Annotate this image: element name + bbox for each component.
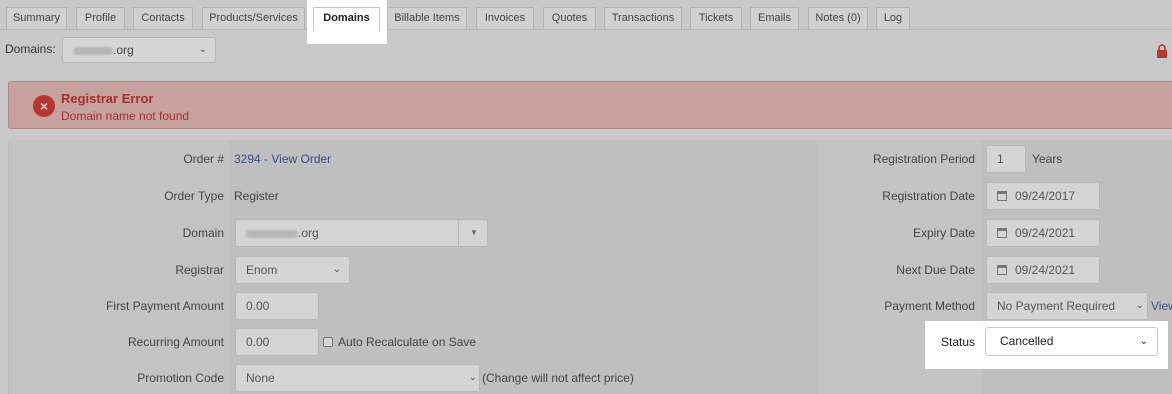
first-payment-input[interactable]: 0.00 — [235, 292, 319, 320]
domain-label: Domain — [182, 226, 224, 240]
tab-transactions[interactable]: Transactions — [604, 7, 682, 29]
domain-select[interactable]: .org ⌄ — [62, 37, 216, 63]
registration-period-input[interactable]: 1 — [986, 145, 1026, 173]
auto-recalculate-label: Auto Recalculate on Save — [338, 335, 477, 349]
calendar-icon — [997, 228, 1007, 238]
status-label: Status — [941, 335, 976, 349]
registration-period-label: Registration Period — [872, 152, 975, 166]
payment-method-view-link[interactable]: View — [1151, 299, 1172, 313]
tab-notes[interactable]: Notes (0) — [808, 7, 868, 29]
payment-method-select[interactable]: No Payment Required ⌄ — [986, 292, 1148, 320]
next-due-date-label: Next Due Date — [896, 263, 975, 277]
chevron-down-icon: ⌄ — [1139, 336, 1148, 347]
expiry-date-label: Expiry Date — [912, 226, 975, 240]
error-title: Registrar Error — [61, 91, 154, 106]
chevron-down-icon: ⌄ — [1135, 300, 1144, 311]
tab-domains[interactable]: Domains — [313, 7, 380, 31]
status-value: Cancelled — [1000, 334, 1054, 348]
first-payment-label: First Payment Amount — [105, 299, 224, 313]
order-type-value: Register — [234, 189, 279, 203]
tab-summary[interactable]: Summary — [6, 7, 67, 29]
caret-down-icon[interactable]: ▼ — [470, 220, 478, 246]
tab-log[interactable]: Log — [876, 7, 910, 29]
tab-tickets[interactable]: Tickets — [690, 7, 742, 29]
registrar-error-alert: × Registrar Error Domain name not found — [8, 81, 1172, 129]
promotion-code-label: Promotion Code — [137, 371, 224, 385]
lock-icon[interactable] — [1156, 44, 1168, 58]
domain-field-suffix: .org — [298, 226, 319, 240]
error-message: Domain name not found — [61, 109, 190, 123]
tab-contacts[interactable]: Contacts — [133, 7, 193, 29]
tab-profile[interactable]: Profile — [76, 7, 125, 29]
registration-date-value: 09/24/2017 — [1015, 189, 1076, 203]
promotion-note: (Change will not affect price) — [482, 371, 634, 385]
chevron-down-icon: ⌄ — [198, 44, 207, 55]
registrar-label: Registrar — [175, 263, 224, 277]
registrar-value: Enom — [246, 263, 278, 277]
tab-quotes[interactable]: Quotes — [543, 7, 596, 29]
auto-recalculate-checkbox[interactable] — [323, 337, 333, 347]
promotion-code-select[interactable]: None ⌄ — [235, 364, 480, 392]
promotion-code-value: None — [246, 371, 275, 385]
error-x-icon: × — [33, 95, 55, 117]
status-select[interactable]: Cancelled ⌄ — [985, 327, 1158, 356]
payment-method-label: Payment Method — [884, 299, 975, 313]
chevron-down-icon: ⌄ — [468, 372, 477, 383]
registration-date-input[interactable]: 09/24/2017 — [986, 182, 1100, 210]
domain-field[interactable]: .org ▼ — [235, 219, 488, 247]
order-number-link[interactable]: 3294 - View Order — [234, 152, 331, 166]
order-number-label: Order # — [183, 152, 224, 166]
registration-date-label: Registration Date — [882, 189, 975, 203]
domains-label: Domains: — [5, 42, 56, 56]
calendar-icon — [997, 265, 1007, 275]
blurred-domain-name — [73, 46, 113, 55]
blurred-domain-name — [246, 229, 298, 238]
chevron-down-icon: ⌄ — [332, 264, 341, 275]
tab-emails[interactable]: Emails — [750, 7, 799, 29]
tab-products-services[interactable]: Products/Services — [202, 7, 305, 29]
order-type-label: Order Type — [164, 189, 224, 203]
expiry-date-input[interactable]: 09/24/2021 — [986, 219, 1100, 247]
next-due-date-value: 09/24/2021 — [1015, 263, 1076, 277]
payment-method-value: No Payment Required — [997, 299, 1116, 313]
recurring-amount-input[interactable]: 0.00 — [235, 328, 319, 356]
next-due-date-input[interactable]: 09/24/2021 — [986, 256, 1100, 284]
domain-select-suffix: .org — [113, 43, 134, 57]
registration-period-unit: Years — [1032, 152, 1063, 166]
tab-invoices[interactable]: Invoices — [476, 7, 534, 29]
expiry-date-value: 09/24/2021 — [1015, 226, 1076, 240]
recurring-amount-label: Recurring Amount — [127, 335, 224, 349]
auto-recalculate-option[interactable]: Auto Recalculate on Save — [323, 335, 476, 349]
registrar-select[interactable]: Enom ⌄ — [235, 256, 350, 284]
tab-bar: Summary Profile Contacts Products/Servic… — [0, 0, 1172, 44]
tab-billable-items[interactable]: Billable Items — [387, 7, 467, 29]
domain-field-divider — [458, 220, 459, 246]
calendar-icon — [997, 191, 1007, 201]
